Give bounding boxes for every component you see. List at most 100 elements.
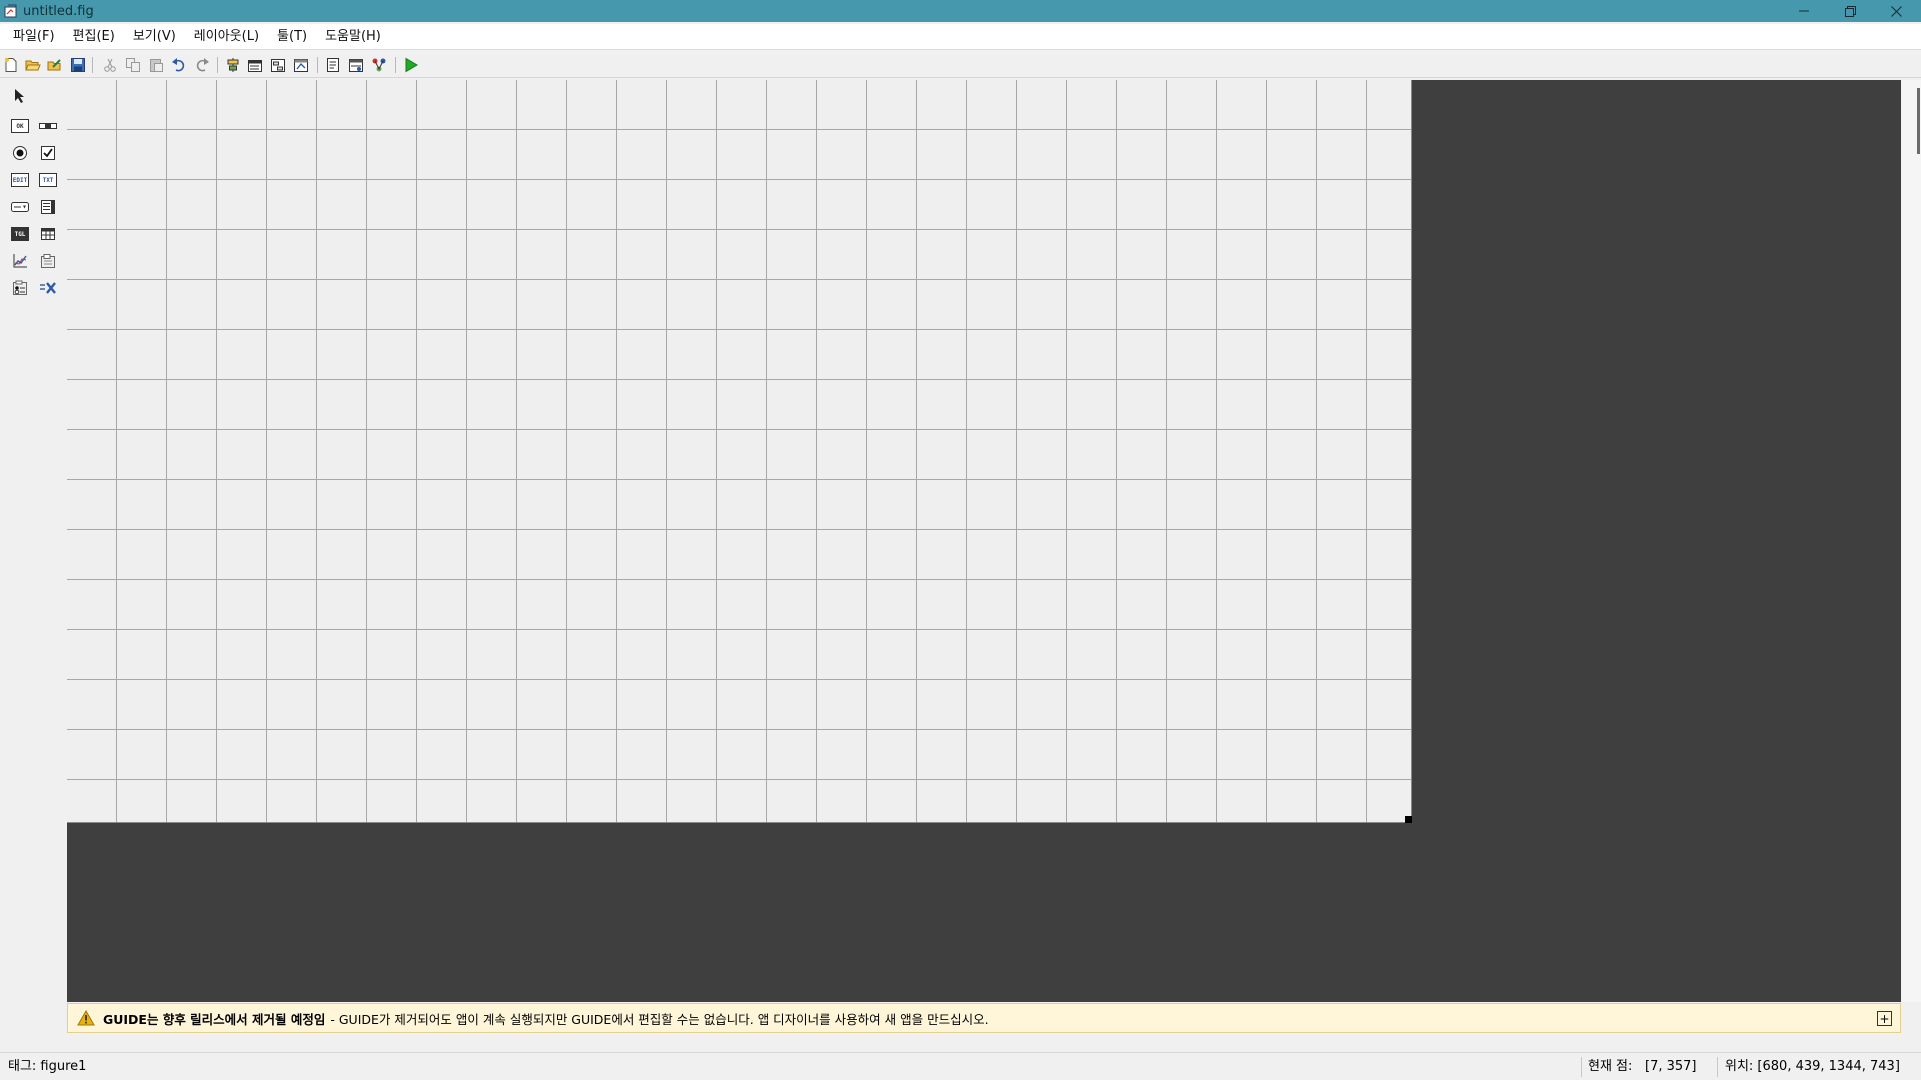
save-button[interactable] (69, 56, 87, 74)
status-current-point-label: 현재 점: (1588, 1059, 1633, 1074)
menu-tools[interactable]: 툴(T) (268, 24, 316, 50)
open-fig-icon (47, 59, 61, 71)
menu-editor-icon (248, 60, 262, 72)
status-current-point-value: [7, 357] (1645, 1059, 1697, 1074)
restore-icon (1844, 5, 1856, 17)
warning-icon (77, 1010, 95, 1026)
undo-button[interactable] (170, 56, 188, 74)
open-fig-button[interactable] (46, 56, 64, 74)
minimize-icon (1799, 10, 1809, 12)
select-arrow-icon (15, 89, 24, 103)
window-title: untitled.fig (23, 3, 94, 19)
toolbar-editor-icon (294, 59, 308, 72)
cut-icon (104, 58, 116, 72)
cut-button[interactable] (101, 56, 119, 74)
listbox-tool[interactable] (36, 195, 60, 219)
layout-area (67, 80, 1901, 1002)
open-icon (25, 60, 41, 71)
button-group-tool[interactable] (8, 276, 32, 300)
slider-tool[interactable] (36, 114, 60, 138)
banner-title: GUIDE는 향후 릴리스에서 제거될 예정임 (103, 1011, 326, 1027)
new-file-button[interactable] (2, 56, 20, 74)
toggle-button-icon: TGL (11, 227, 29, 241)
copy-button[interactable] (124, 56, 142, 74)
toolbar-separator (92, 57, 93, 73)
run-figure-icon (405, 57, 418, 73)
property-inspector-button[interactable] (347, 56, 365, 74)
align-objects-icon (227, 58, 239, 72)
tab-order-editor-button[interactable] (269, 56, 287, 74)
status-separator (1581, 1057, 1582, 1077)
status-tag: 태그: figure1 (8, 1059, 87, 1074)
slider-icon (39, 123, 57, 129)
object-browser-icon (372, 58, 386, 72)
figure-canvas[interactable] (67, 80, 1412, 823)
radio-button-tool[interactable] (8, 141, 32, 165)
activex-control-tool[interactable] (36, 276, 60, 300)
toolbar-separator (395, 57, 396, 73)
editor-icon (327, 58, 339, 72)
redo-button[interactable] (193, 56, 211, 74)
listbox-icon (41, 200, 55, 214)
close-icon (1890, 5, 1902, 17)
toggle-button-tool[interactable]: TGL (8, 222, 32, 246)
restore-button[interactable] (1827, 0, 1873, 22)
object-browser-button[interactable] (370, 56, 388, 74)
menu-layout[interactable]: 레이아웃(L) (185, 24, 268, 50)
menu-editor-button[interactable] (246, 56, 264, 74)
toolbar-editor-button[interactable] (292, 56, 310, 74)
undo-icon (172, 58, 185, 72)
axes-icon (13, 254, 27, 268)
edit-text-icon: EDIT (11, 173, 29, 187)
paste-icon (150, 59, 163, 72)
select-tool[interactable] (8, 84, 32, 108)
property-inspector-icon (349, 59, 363, 72)
checkbox-icon (41, 146, 55, 160)
axes-tool[interactable] (8, 249, 32, 273)
copy-icon (126, 58, 140, 72)
static-text-tool[interactable]: TXT (36, 168, 60, 192)
edit-text-tool[interactable]: EDIT (8, 168, 32, 192)
panel-tool[interactable] (36, 249, 60, 273)
status-position: 위치: [680, 439, 1344, 743] (1725, 1059, 1900, 1074)
minimize-button[interactable] (1781, 0, 1827, 22)
status-separator (1717, 1057, 1718, 1077)
paste-button[interactable] (147, 56, 165, 74)
menu-file[interactable]: 파일(F) (4, 24, 64, 50)
popup-menu-tool[interactable] (8, 195, 32, 219)
open-button[interactable] (24, 56, 42, 74)
activex-control-icon (40, 282, 56, 294)
banner-message: - GUIDE가 제거되어도 앱이 계속 실행되지만 GUIDE에서 편집할 수… (330, 1011, 989, 1027)
push-button-tool[interactable]: OK (8, 114, 32, 138)
table-icon (41, 228, 55, 240)
align-objects-button[interactable] (224, 56, 242, 74)
deprecation-banner: GUIDE는 향후 릴리스에서 제거될 예정임 - GUIDE가 제거되어도 앱… (67, 1003, 1901, 1033)
button-group-icon (13, 280, 27, 295)
toolbar-separator (317, 57, 318, 73)
save-icon (71, 58, 85, 72)
redo-icon (196, 58, 209, 72)
canvas-resize-handle[interactable] (1405, 816, 1412, 823)
scrollbar-thumb[interactable] (1917, 88, 1920, 154)
toolbar (0, 52, 1921, 78)
expand-banner-button[interactable]: + (1877, 1011, 1892, 1026)
menu-edit[interactable]: 편집(E) (64, 24, 124, 50)
run-figure-button[interactable] (402, 56, 420, 74)
menu-help[interactable]: 도움말(H) (316, 24, 390, 50)
panel-icon (41, 254, 55, 268)
status-bar: 태그: figure1 현재 점: [7, 357] 위치: [680, 439… (0, 1052, 1921, 1080)
title-bar: untitled.fig (0, 0, 1921, 22)
menu-bar: 파일(F) 편집(E) 보기(V) 레이아웃(L) 툴(T) 도움말(H) (0, 24, 1921, 50)
vertical-scrollbar[interactable] (1902, 80, 1921, 1002)
component-palette: OK EDIT TXT TGL (0, 80, 67, 1040)
radio-button-icon (13, 146, 27, 160)
toolbar-separator (217, 57, 218, 73)
guide-app-icon (3, 3, 19, 19)
static-text-icon: TXT (39, 173, 57, 187)
tab-order-editor-icon (271, 59, 285, 72)
table-tool[interactable] (36, 222, 60, 246)
editor-button[interactable] (324, 56, 342, 74)
checkbox-tool[interactable] (36, 141, 60, 165)
close-button[interactable] (1873, 0, 1919, 22)
menu-view[interactable]: 보기(V) (124, 24, 185, 50)
